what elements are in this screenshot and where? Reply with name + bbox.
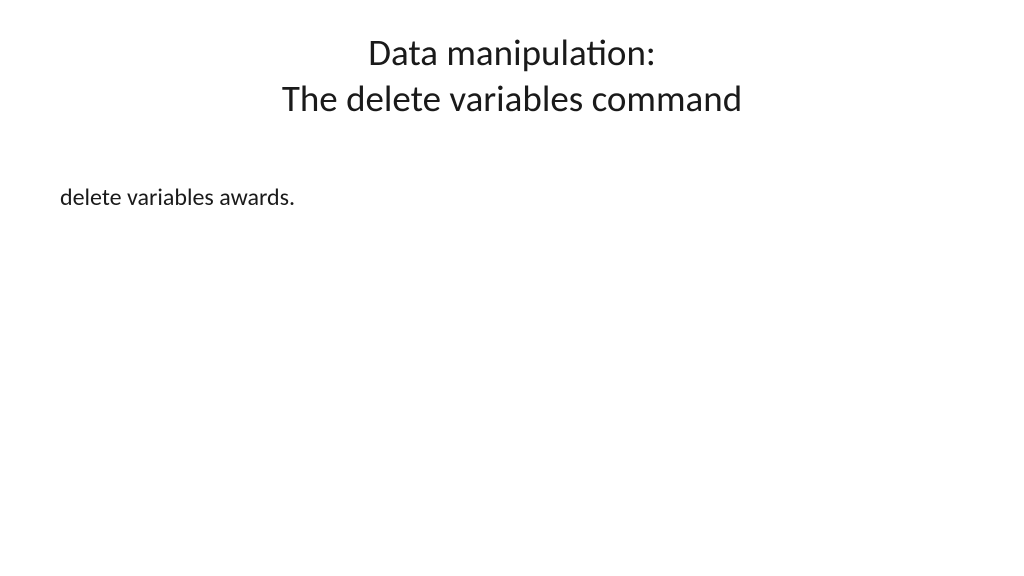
slide-title-block: Data manipulation: The delete variables …	[60, 30, 964, 123]
slide-title-line-1: Data manipulation:	[60, 30, 964, 76]
slide-title-line-2: The delete variables command	[60, 76, 964, 122]
slide-container: Data manipulation: The delete variables …	[0, 0, 1024, 576]
slide-body-text: delete variables awards.	[60, 183, 964, 212]
